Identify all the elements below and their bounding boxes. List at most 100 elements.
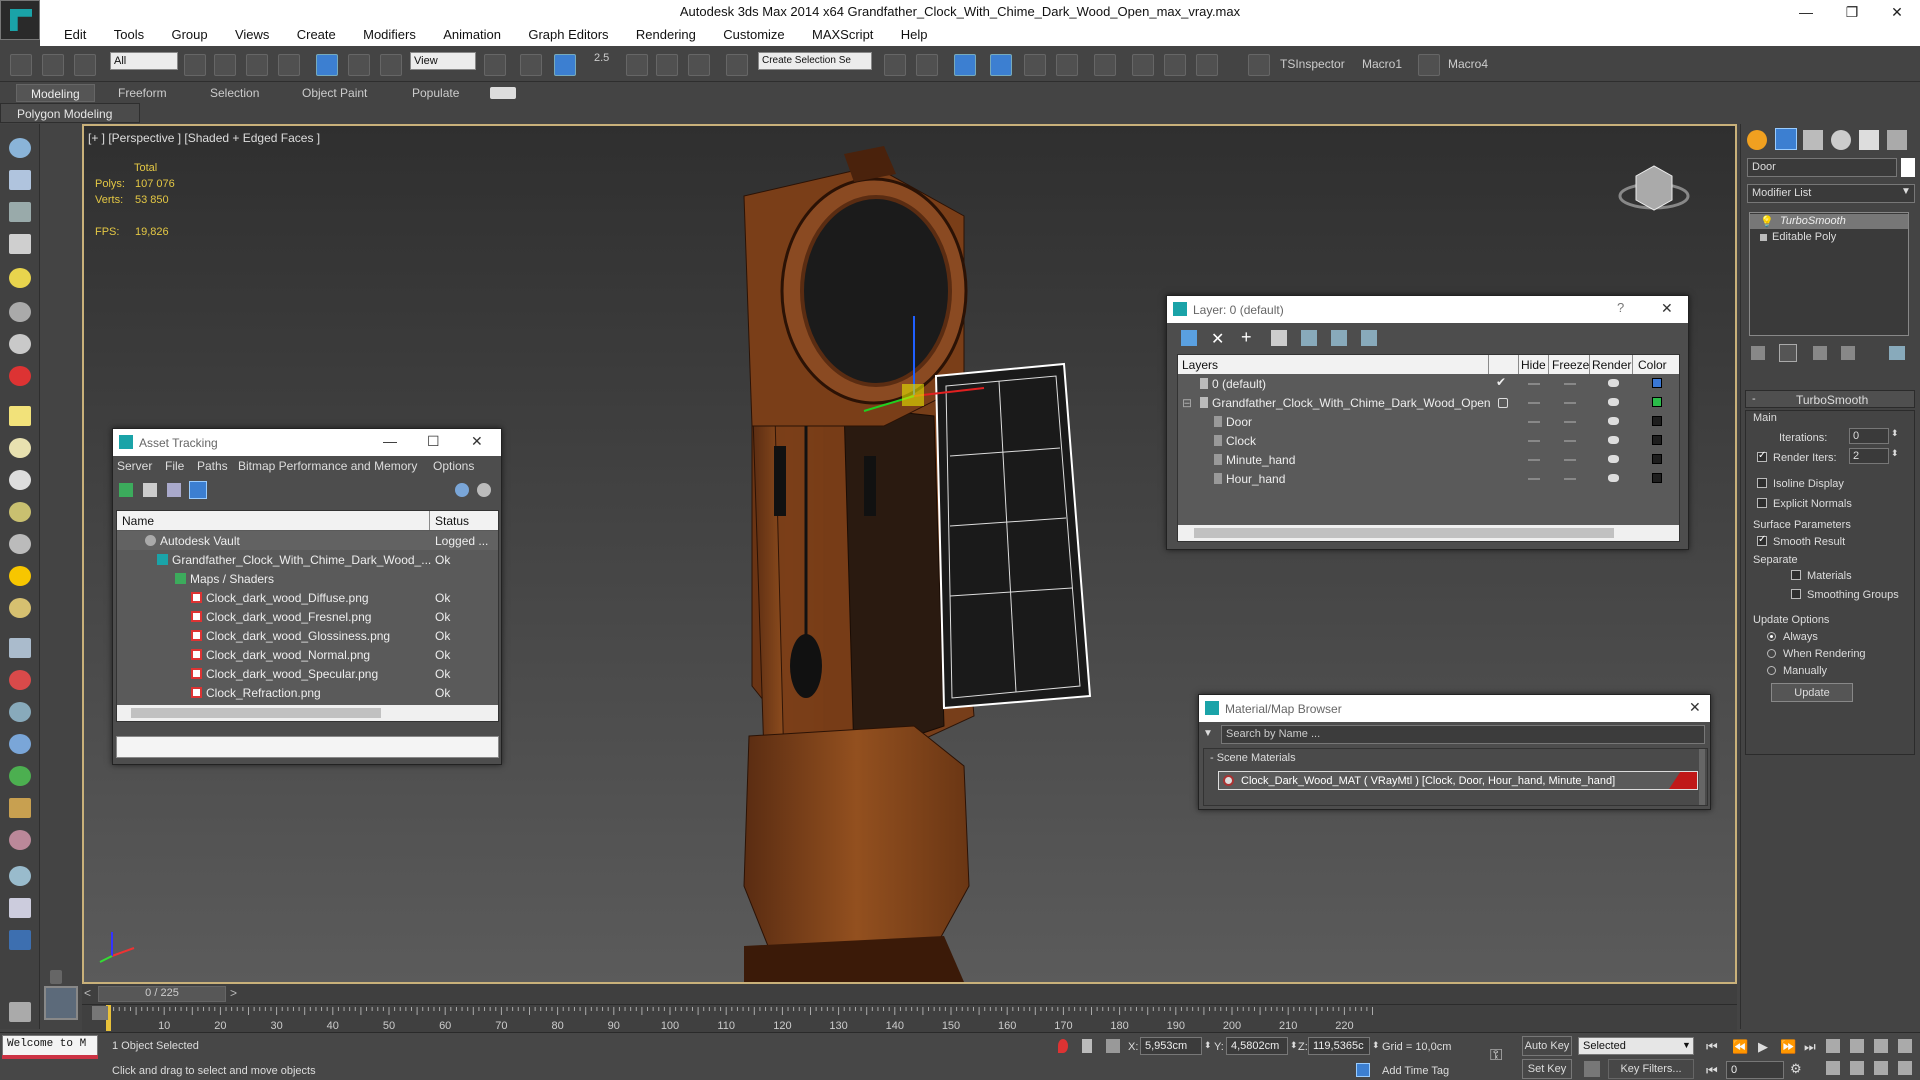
asset-menu-file[interactable]: File xyxy=(165,459,184,473)
asset-menu-paths[interactable]: Paths xyxy=(197,459,228,473)
key-mode-toggle-icon[interactable]: ⏮ xyxy=(1706,1063,1718,1079)
material-item[interactable]: Clock_Dark_Wood_MAT ( VRayMtl ) [Clock, … xyxy=(1218,771,1698,790)
current-frame-input[interactable]: 0 xyxy=(1726,1061,1784,1079)
show-end-result-icon[interactable] xyxy=(1779,344,1797,362)
layer-horizontal-scrollbar[interactable] xyxy=(1178,525,1679,541)
current-layer-check-icon[interactable]: ✔ xyxy=(1496,375,1506,389)
layer-color-swatch[interactable] xyxy=(1652,435,1662,445)
cloth-icon[interactable] xyxy=(9,830,31,850)
menu-modifiers[interactable]: Modifiers xyxy=(351,24,428,42)
help-icon[interactable] xyxy=(455,483,469,497)
bone-icon[interactable] xyxy=(9,702,31,722)
expand-arrow-icon[interactable] xyxy=(50,970,62,984)
geosphere-icon[interactable] xyxy=(9,598,31,618)
layer-color-swatch[interactable] xyxy=(1652,397,1662,407)
menu-rendering[interactable]: Rendering xyxy=(624,24,708,42)
macro1-label[interactable]: Macro1 xyxy=(1362,57,1402,71)
stack-item-turbosmooth[interactable]: 💡 TurboSmooth xyxy=(1750,214,1908,229)
curve-editor-icon[interactable] xyxy=(1024,54,1046,76)
next-frame-icon[interactable]: ⏩ xyxy=(1780,1039,1796,1055)
column-status[interactable]: Status xyxy=(435,514,469,528)
grid-icon[interactable] xyxy=(9,234,31,254)
field-of-view-icon[interactable] xyxy=(1826,1061,1840,1075)
manually-radio[interactable] xyxy=(1767,666,1776,675)
highlight-layer-icon[interactable] xyxy=(1301,330,1317,346)
torus-icon[interactable] xyxy=(9,502,31,522)
column-name[interactable]: Name xyxy=(122,514,154,528)
go-to-start-icon[interactable]: ⏮ xyxy=(1706,1039,1718,1055)
zoom-extents-all-icon[interactable] xyxy=(1898,1039,1912,1053)
angle-snap-icon[interactable] xyxy=(626,54,648,76)
render-toggle-icon[interactable] xyxy=(1608,398,1619,406)
schematic-view-icon[interactable] xyxy=(1056,54,1078,76)
create-tab-icon[interactable] xyxy=(1747,130,1767,150)
space-warp-icon[interactable] xyxy=(9,366,31,386)
manipulate-icon[interactable] xyxy=(520,54,542,76)
maxscript-listener-input[interactable]: Welcome to M xyxy=(2,1035,98,1057)
pin-stack-icon[interactable] xyxy=(1751,346,1765,360)
render-toggle-icon[interactable] xyxy=(1608,417,1619,425)
bind-space-warp-icon[interactable] xyxy=(74,54,96,76)
column-render[interactable]: Render xyxy=(1592,358,1631,372)
freeze-toggle-icon[interactable] xyxy=(1564,440,1576,442)
dynamics-icon[interactable] xyxy=(9,670,31,690)
spinner-snap-icon[interactable] xyxy=(688,54,710,76)
absolute-mode-icon[interactable] xyxy=(1106,1039,1120,1053)
menu-group[interactable]: Group xyxy=(159,24,219,42)
menu-edit[interactable]: Edit xyxy=(52,24,98,42)
remove-modifier-icon[interactable] xyxy=(1841,346,1855,360)
graphite-toolset-icon[interactable] xyxy=(990,54,1012,76)
material-search-input[interactable]: Search by Name ... xyxy=(1221,725,1705,744)
browser-options-icon[interactable]: ▼ xyxy=(1203,728,1213,739)
key-icon[interactable]: ⚿ xyxy=(1490,1047,1502,1065)
edit-named-selection-icon[interactable] xyxy=(726,54,748,76)
unlink-icon[interactable] xyxy=(42,54,64,76)
asset-path-field[interactable] xyxy=(116,736,499,758)
layer-color-swatch[interactable] xyxy=(1652,454,1662,464)
box-icon[interactable] xyxy=(9,406,31,426)
render-setup-icon[interactable] xyxy=(1132,54,1154,76)
column-hide[interactable]: Hide xyxy=(1521,358,1546,372)
select-object-icon[interactable] xyxy=(184,54,206,76)
maximize-viewport-icon[interactable] xyxy=(1898,1061,1912,1075)
layer-row[interactable]: Door xyxy=(1178,412,1679,431)
tab-selection[interactable]: Selection xyxy=(210,86,259,100)
utilities-tab-icon[interactable] xyxy=(1887,130,1907,150)
list-view-icon[interactable] xyxy=(143,483,157,497)
hair-icon[interactable] xyxy=(9,798,31,818)
asset-menu-bitmap[interactable]: Bitmap Performance and Memory xyxy=(238,459,417,473)
list-icon[interactable] xyxy=(9,202,31,222)
zoom-all-icon[interactable] xyxy=(1850,1039,1864,1053)
tsinspector-label[interactable]: TSInspector xyxy=(1280,57,1345,71)
macro4-icon[interactable] xyxy=(1418,54,1440,76)
selection-filter-select[interactable]: All xyxy=(110,52,178,70)
layer-row[interactable]: ⊟ Grandfather_Clock_With_Chime_Dark_Wood… xyxy=(1178,393,1679,412)
layer-row[interactable]: 0 (default) ✔ xyxy=(1178,374,1679,393)
close-icon[interactable]: ✕ xyxy=(471,433,483,450)
time-config-icon[interactable]: ⚙ xyxy=(1790,1061,1802,1077)
auto-key-button[interactable]: Auto Key xyxy=(1522,1036,1572,1056)
stack-item-editable-poly[interactable]: Editable Poly xyxy=(1750,230,1908,245)
sun-icon[interactable] xyxy=(9,566,31,586)
spinner-arrows-icon[interactable]: ⬍ xyxy=(1891,428,1899,439)
new-layer-icon[interactable] xyxy=(1181,330,1197,346)
close-icon[interactable]: ✕ xyxy=(1689,699,1701,716)
table-view-icon[interactable] xyxy=(189,481,207,499)
table-row[interactable]: Grandfather_Clock_With_Chime_Dark_Wood_.… xyxy=(117,550,498,569)
table-row[interactable]: Clock_dark_wood_Diffuse.png Ok xyxy=(117,588,498,607)
plant-icon[interactable] xyxy=(9,766,31,786)
tab-populate[interactable]: Populate xyxy=(412,86,459,100)
maximize-icon[interactable]: ☐ xyxy=(427,433,440,450)
isoline-display-checkbox[interactable] xyxy=(1757,478,1767,488)
menu-customize[interactable]: Customize xyxy=(711,24,796,42)
modifier-list-select[interactable]: Modifier List xyxy=(1747,184,1915,203)
menu-maxscript[interactable]: MAXScript xyxy=(800,24,885,42)
explicit-normals-checkbox[interactable] xyxy=(1757,498,1767,508)
menu-help[interactable]: Help xyxy=(889,24,940,42)
update-button[interactable]: Update xyxy=(1771,683,1853,702)
pan-view-icon[interactable] xyxy=(1850,1061,1864,1075)
always-radio[interactable] xyxy=(1767,632,1776,641)
percent-snap-icon[interactable] xyxy=(656,54,678,76)
window-crossing-icon[interactable] xyxy=(278,54,300,76)
table-row[interactable]: Clock_dark_wood_Fresnel.png Ok xyxy=(117,607,498,626)
